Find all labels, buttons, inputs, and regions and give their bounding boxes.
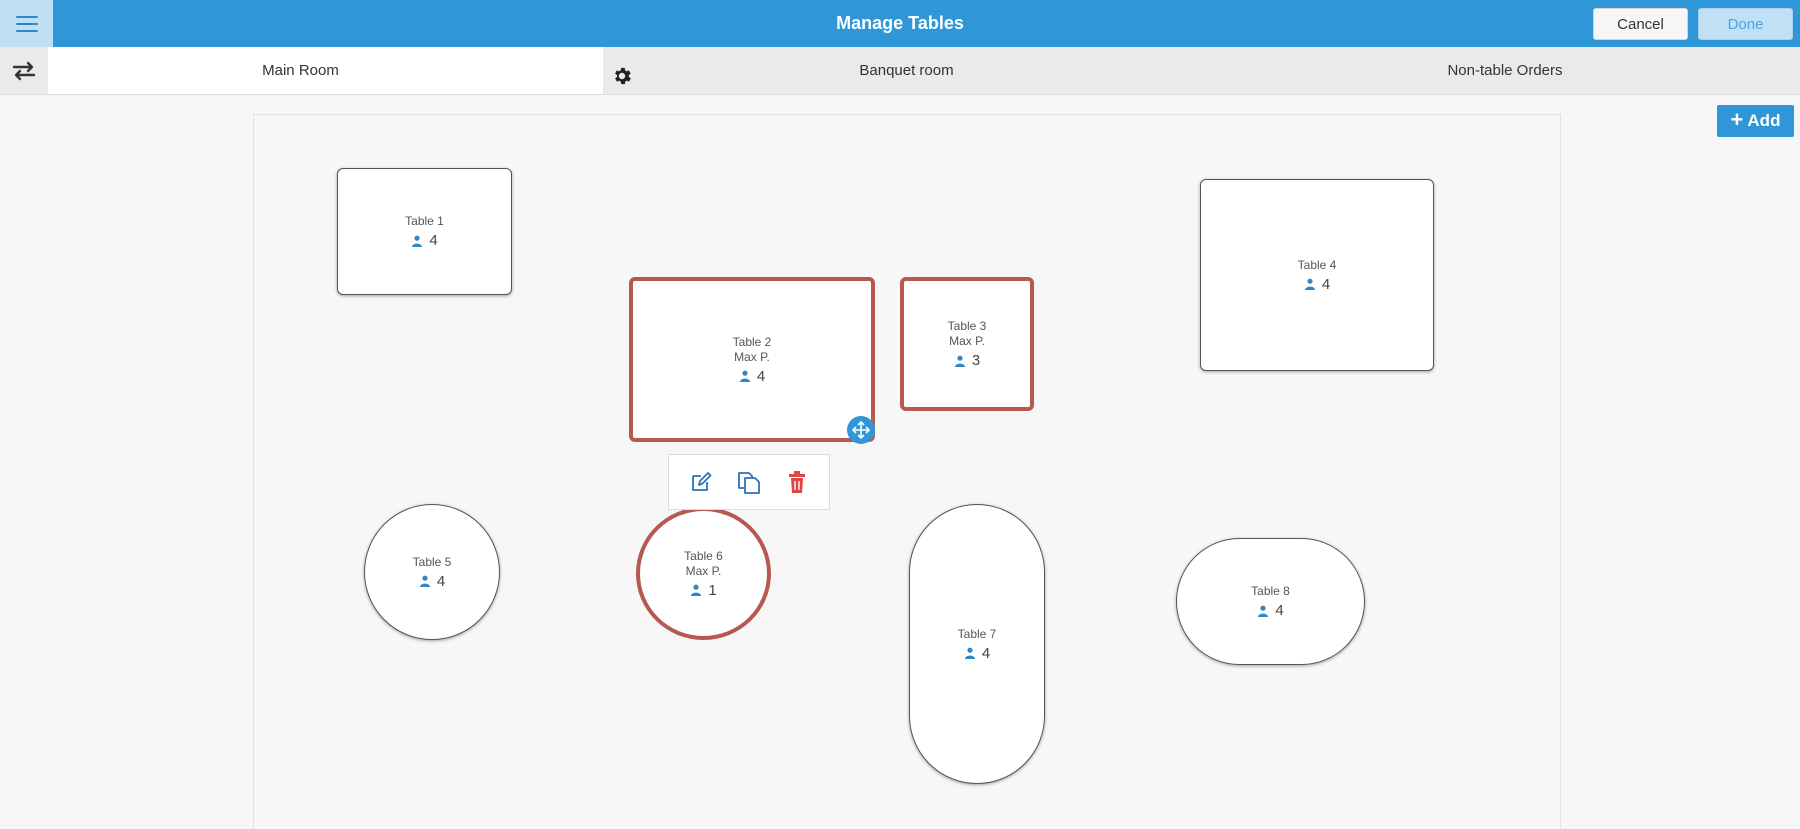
done-button[interactable]: Done — [1698, 8, 1793, 40]
table-3[interactable]: Table 3 Max P. 3 — [900, 277, 1034, 411]
edit-icon[interactable] — [687, 468, 715, 496]
add-button-label: Add — [1747, 111, 1781, 130]
header-bar: Manage Tables Cancel Done — [0, 0, 1800, 47]
room-tabs: Main Room Banquet room Non-table Orders — [0, 47, 1800, 95]
table-seats: 4 — [1257, 602, 1284, 619]
table-6[interactable]: Table 6 Max P. 1 — [636, 507, 771, 640]
table-name: Table 7 — [957, 626, 997, 641]
seat-count: 4 — [436, 572, 446, 590]
move-handle-icon[interactable] — [847, 416, 875, 444]
copy-icon[interactable] — [735, 468, 763, 496]
seat-count: 1 — [708, 581, 717, 599]
table-action-toolbar — [668, 454, 830, 510]
table-1[interactable]: Table 1 4 — [337, 168, 512, 295]
seat-count: 4 — [756, 367, 766, 385]
table-seats: 4 — [739, 368, 765, 385]
table-max-label: Max P. — [685, 563, 722, 578]
seat-count: 3 — [971, 352, 981, 369]
table-4[interactable]: Table 4 4 — [1200, 179, 1434, 371]
table-5[interactable]: Table 5 4 — [364, 504, 500, 640]
plus-icon: + — [1730, 107, 1744, 132]
table-name: Table 3 — [947, 319, 987, 333]
person-icon — [412, 235, 423, 247]
table-seats: 4 — [411, 232, 438, 249]
tab-non-table-orders[interactable]: Non-table Orders — [1210, 47, 1800, 94]
person-icon — [954, 355, 965, 367]
page-title: Manage Tables — [836, 13, 964, 33]
table-seats: 4 — [1304, 276, 1330, 293]
person-icon — [964, 647, 975, 659]
table-name: Table 1 — [405, 214, 444, 228]
seat-count: 4 — [429, 232, 438, 249]
tab-banquet-room[interactable]: Banquet room — [603, 47, 1210, 94]
table-8[interactable]: Table 8 4 — [1176, 538, 1365, 665]
table-name: Table 6 — [684, 548, 723, 563]
tab-main-room-label: Main Room — [262, 62, 339, 79]
cancel-button[interactable]: Cancel — [1593, 8, 1688, 40]
table-seats: 4 — [419, 573, 445, 590]
person-icon — [419, 575, 430, 587]
hamburger-menu-icon[interactable] — [0, 0, 53, 47]
swap-arrows-icon[interactable] — [10, 59, 38, 83]
table-name: Table 4 — [1297, 257, 1337, 272]
person-icon — [1304, 278, 1315, 290]
table-max-label: Max P. — [734, 349, 770, 364]
seat-count: 4 — [1321, 275, 1331, 293]
table-name: Table 8 — [1251, 584, 1290, 598]
table-7[interactable]: Table 7 4 — [909, 504, 1045, 784]
person-icon — [739, 370, 750, 382]
person-icon — [691, 584, 702, 596]
add-table-button[interactable]: + Add — [1717, 105, 1794, 137]
table-seats: 1 — [690, 581, 717, 599]
table-seats: 3 — [954, 352, 980, 369]
seat-count: 4 — [1275, 602, 1284, 619]
table-2[interactable]: Table 2 Max P. 4 — [629, 277, 875, 442]
table-max-label: Max P. — [949, 334, 985, 348]
tab-main-room[interactable]: Main Room — [48, 47, 631, 94]
table-name: Table 2 — [732, 334, 772, 349]
delete-icon[interactable] — [783, 468, 811, 496]
table-name: Table 5 — [412, 554, 452, 569]
table-seats: 4 — [964, 645, 990, 662]
seat-count: 4 — [981, 644, 991, 662]
person-icon — [1258, 605, 1269, 617]
